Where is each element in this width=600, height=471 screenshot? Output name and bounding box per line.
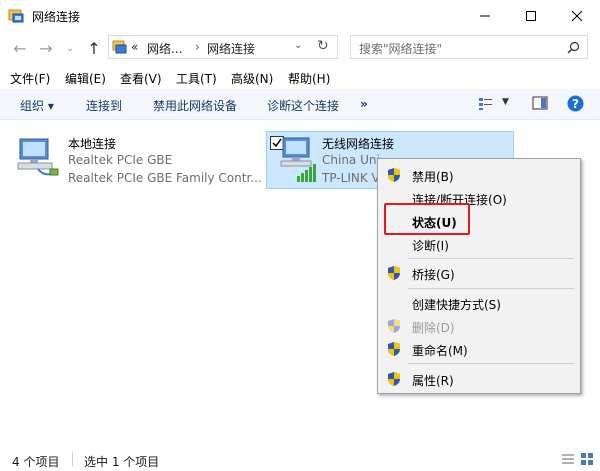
- close-button[interactable]: [554, 0, 600, 32]
- breadcrumb-network-connections[interactable]: 网络连接: [207, 40, 255, 57]
- local-connection-device: Realtek PCIe GBE Family Contr...: [68, 171, 262, 185]
- uac-shield-icon: [388, 168, 400, 182]
- menu-item-properties[interactable]: 属性(R): [412, 372, 454, 389]
- arrow-up-icon: ↑: [87, 38, 101, 58]
- menu-item-disable[interactable]: 禁用(B): [412, 168, 454, 185]
- preview-pane-icon[interactable]: [532, 96, 548, 110]
- menu-item-rename[interactable]: 重命名(M): [412, 342, 468, 359]
- menu-help[interactable]: 帮助(H): [288, 70, 330, 87]
- address-bar[interactable]: « 网络... › 网络连接 ⌄ ↻: [108, 35, 338, 59]
- window-title: 网络连接: [32, 10, 81, 24]
- svg-text:?: ?: [572, 97, 579, 111]
- refresh-icon[interactable]: ↻: [317, 38, 329, 54]
- control-panel-icon: [112, 40, 127, 54]
- menu-file[interactable]: 文件(F): [10, 70, 50, 87]
- menu-edit[interactable]: 编辑(E): [65, 70, 106, 87]
- local-connection-item[interactable]: 本地连接 Realtek PCIe GBE Realtek PCIe GBE F…: [14, 133, 262, 189]
- menu-item-delete: 删除(D): [412, 321, 455, 335]
- network-folder-icon: [8, 9, 24, 23]
- disable-device-button[interactable]: 禁用此网络设备: [153, 97, 237, 114]
- chevron-down-icon: ⌄: [65, 42, 75, 54]
- menu-tools[interactable]: 工具(T): [176, 70, 217, 87]
- forward-button[interactable]: →: [36, 38, 56, 58]
- wireless-connection-status: China Uni: [322, 153, 380, 167]
- uac-shield-icon: [388, 266, 400, 280]
- breadcrumb-network[interactable]: 网络...: [147, 40, 182, 57]
- uac-shield-icon: [388, 372, 400, 386]
- up-button[interactable]: ↑: [84, 38, 104, 58]
- wireless-network-adapter-icon: [280, 137, 316, 182]
- arrow-right-icon: →: [39, 38, 53, 58]
- menu-view[interactable]: 查看(V): [120, 70, 162, 87]
- organize-button[interactable]: 组织 ▾: [20, 97, 54, 114]
- address-dropdown-icon[interactable]: ⌄: [294, 40, 302, 51]
- status-divider: [72, 452, 73, 466]
- local-connection-name: 本地连接: [68, 137, 117, 151]
- minimize-icon: [480, 15, 490, 17]
- title-bar: 网络连接: [0, 0, 600, 32]
- arrow-left-icon: ←: [13, 38, 27, 58]
- command-bar: 组织 ▾ 连接到 禁用此网络设备 诊断这个连接 » ▼ ?: [0, 89, 600, 120]
- uac-shield-icon: [388, 342, 400, 356]
- menu-separator: [408, 363, 574, 364]
- uac-shield-icon: [388, 319, 400, 333]
- search-input[interactable]: 搜索"网络连接": [359, 40, 442, 57]
- back-button[interactable]: ←: [10, 38, 30, 58]
- large-icons-view-icon[interactable]: [580, 452, 594, 466]
- status-bar: 4 个项目 选中 1 个项目: [0, 448, 600, 471]
- maximize-icon: [526, 11, 536, 21]
- connect-to-button[interactable]: 连接到: [86, 97, 122, 114]
- menu-bar: 文件(F) 编辑(E) 查看(V) 工具(T) 高级(N) 帮助(H): [0, 66, 600, 88]
- close-icon: [571, 10, 583, 22]
- maximize-button[interactable]: [508, 0, 554, 32]
- change-view-icon[interactable]: [478, 97, 494, 111]
- wireless-connection-name: 无线网络连接: [322, 137, 395, 151]
- search-box[interactable]: 搜索"网络连接": [350, 35, 588, 59]
- menu-item-create-shortcut[interactable]: 创建快捷方式(S): [412, 296, 501, 313]
- details-view-icon[interactable]: [561, 453, 575, 465]
- menu-separator: [408, 258, 574, 259]
- search-icon[interactable]: [567, 41, 580, 54]
- menu-item-diagnose[interactable]: 诊断(I): [412, 237, 449, 254]
- help-icon[interactable]: ?: [567, 95, 584, 112]
- menu-advanced[interactable]: 高级(N): [231, 70, 273, 87]
- menu-separator: [408, 288, 574, 289]
- recent-locations-button[interactable]: ⌄: [60, 38, 80, 58]
- view-options-dropdown-icon[interactable]: ▼: [502, 97, 509, 107]
- more-commands-button[interactable]: »: [360, 97, 368, 111]
- breadcrumb-separator[interactable]: ›: [195, 40, 200, 54]
- local-connection-status: Realtek PCIe GBE: [68, 153, 173, 167]
- wireless-connection-device: TP-LINK V: [322, 171, 380, 185]
- item-count: 4 个项目: [12, 455, 60, 469]
- context-menu: 禁用(B) 连接/断开连接(O) 状态(U) 诊断(I) 桥接(G) 创建快捷方…: [377, 158, 581, 394]
- address-overflow[interactable]: «: [131, 40, 138, 54]
- minimize-button[interactable]: [462, 0, 508, 32]
- menu-item-bridge[interactable]: 桥接(G): [412, 266, 455, 283]
- status-highlight-box: [384, 203, 470, 235]
- selected-count: 选中 1 个项目: [84, 455, 160, 469]
- wired-network-adapter-icon: [17, 138, 59, 176]
- diagnose-connection-button[interactable]: 诊断这个连接: [267, 97, 339, 114]
